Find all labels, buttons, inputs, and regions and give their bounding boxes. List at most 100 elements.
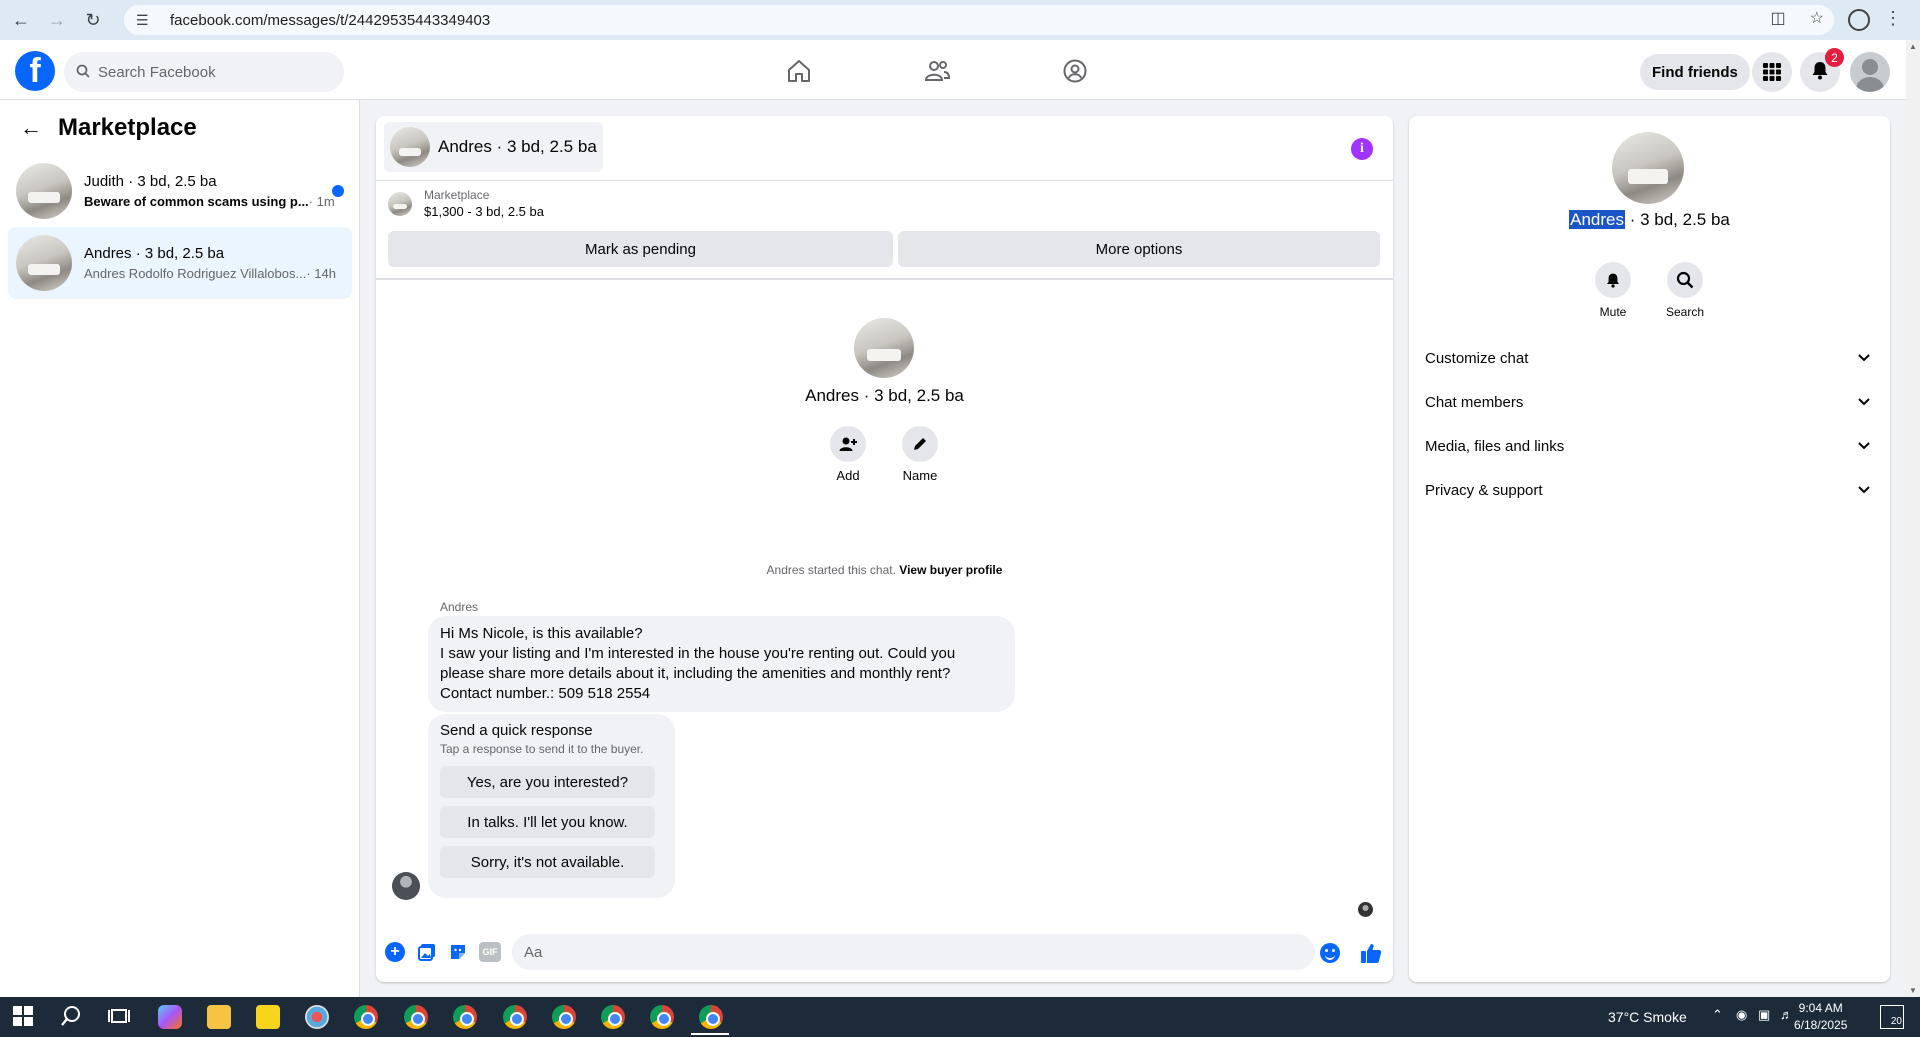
back-icon[interactable]: ← [4, 3, 38, 37]
sticky-notes-icon[interactable] [256, 1005, 280, 1029]
gif-icon[interactable]: GIF [479, 942, 501, 962]
add-label: Add [836, 468, 860, 483]
sender-avatar[interactable] [392, 872, 420, 900]
address-bar[interactable]: ☰ facebook.com/messages/t/24429535443349… [124, 5, 1834, 35]
quick-response-option[interactable]: Yes, are you interested? [440, 766, 655, 798]
facebook-logo[interactable]: f [15, 51, 55, 91]
volume-icon[interactable]: ♬ [1780, 1007, 1793, 1022]
chrome-icon[interactable] [404, 1005, 428, 1029]
page-scrollbar[interactable]: ▲ ▼ [1906, 40, 1920, 997]
browser-toolbar: ← → ↻ ☰ facebook.com/messages/t/24429535… [0, 0, 1920, 40]
chrome-icon[interactable] [699, 1005, 723, 1029]
conversation-title: Judith · 3 bd, 2.5 ba [84, 173, 217, 190]
search-box[interactable]: Search Facebook [64, 52, 344, 92]
chrome-icon[interactable] [601, 1005, 625, 1029]
copilot-icon[interactable] [158, 1005, 182, 1029]
clock[interactable]: 9:04 AM 6/18/2025 [1794, 1000, 1847, 1034]
search-in-chat-button[interactable]: Search [1655, 262, 1715, 319]
message-composer: + GIF [376, 932, 1393, 972]
menu-grid-icon[interactable] [1752, 52, 1792, 92]
notification-center-icon[interactable]: 20 [1880, 1005, 1904, 1029]
weather-widget[interactable]: 37°C Smoke [1608, 1009, 1687, 1025]
intro-title: Andres · 3 bd, 2.5 ba [805, 386, 964, 405]
chrome-icon[interactable] [503, 1005, 527, 1029]
facebook-header: f Search Facebook Find friends 2 [0, 40, 1906, 100]
active-app-indicator [691, 1033, 729, 1035]
bell-icon [1595, 262, 1631, 298]
scroll-down-icon[interactable]: ▼ [1909, 986, 1917, 995]
chat-members-section[interactable]: Chat members [1425, 380, 1874, 424]
mute-button[interactable]: Mute [1583, 262, 1643, 319]
home-icon[interactable] [780, 52, 818, 90]
name-chat-button[interactable]: Name [890, 426, 950, 483]
emoji-icon[interactable] [1320, 943, 1340, 963]
paint-icon[interactable] [305, 1005, 329, 1029]
conversation-preview: Beware of common scams using p... [84, 194, 309, 209]
add-people-button[interactable]: Add [818, 426, 878, 483]
gif-label: GIF [482, 947, 498, 957]
chrome-icon[interactable] [552, 1005, 576, 1029]
browser-profile-icon[interactable] [1848, 9, 1870, 31]
message-input[interactable] [512, 934, 1315, 970]
quick-response-option[interactable]: Sorry, it's not available. [440, 846, 655, 878]
notifications-button[interactable]: 2 [1800, 48, 1844, 92]
chat-header[interactable]: Andres · 3 bd, 2.5 ba [384, 122, 603, 172]
conversation-time: · 14h [306, 266, 336, 281]
account-avatar[interactable] [1850, 52, 1890, 92]
privacy-support-section[interactable]: Privacy & support [1425, 468, 1874, 512]
back-arrow-icon[interactable]: ← [20, 115, 42, 141]
mark-as-pending-button[interactable]: Mark as pending [388, 231, 893, 267]
bookmark-star-icon[interactable]: ☆ [1810, 8, 1824, 28]
customize-chat-section[interactable]: Customize chat [1425, 336, 1874, 380]
reload-icon[interactable]: ↻ [76, 3, 110, 37]
details-title-rest: · 3 bd, 2.5 ba [1624, 210, 1730, 229]
quick-response-card: Send a quick response Tap a response to … [428, 714, 675, 898]
thumbs-up-icon[interactable] [1359, 941, 1383, 965]
conversation-time: · 1m [308, 194, 335, 209]
chat-title: Andres · 3 bd, 2.5 ba [438, 137, 597, 156]
conversation-item-andres[interactable]: Andres · 3 bd, 2.5 ba Andres Rodolfo Rod… [8, 227, 352, 299]
chat-thumbnail [390, 127, 430, 167]
started-text: Andres started this chat. [766, 563, 896, 577]
message-line: I saw your listing and I'm interested in… [440, 645, 956, 662]
network-icon[interactable]: ▣ [1758, 1007, 1770, 1023]
notification-center-count: 20 [1890, 1016, 1902, 1027]
conversation-item-judith[interactable]: Judith · 3 bd, 2.5 ba Beware of common s… [8, 155, 352, 227]
sticker-icon[interactable] [448, 942, 468, 962]
site-settings-icon[interactable]: ☰ [136, 12, 154, 29]
mute-label: Mute [1599, 305, 1627, 319]
friends-icon[interactable] [918, 52, 956, 90]
listing-summary[interactable]: Marketplace $1,300 - 3 bd, 2.5 ba [388, 188, 544, 219]
section-label: Customize chat [1425, 349, 1529, 367]
chevron-up-icon[interactable]: ⌃ [1712, 1007, 1723, 1023]
browser-menu-icon[interactable]: ⋮ [1884, 8, 1902, 29]
forward-icon[interactable]: → [40, 3, 74, 37]
more-options-button[interactable]: More options [898, 231, 1380, 267]
scroll-up-icon[interactable]: ▲ [1909, 42, 1917, 51]
media-files-links-section[interactable]: Media, files and links [1425, 424, 1874, 468]
quick-response-option[interactable]: In talks. I'll let you know. [440, 806, 655, 838]
chrome-icon[interactable] [453, 1005, 477, 1029]
search-icon [1667, 262, 1703, 298]
plus-icon[interactable]: + [385, 942, 405, 962]
chrome-icon[interactable] [650, 1005, 674, 1029]
date-text: 6/18/2025 [1794, 1018, 1848, 1032]
info-icon[interactable]: i [1351, 138, 1373, 160]
windows-start-icon[interactable] [12, 1005, 36, 1029]
file-explorer-icon[interactable] [207, 1005, 231, 1029]
url-text: facebook.com/messages/t/2442953544334940… [170, 11, 491, 29]
details-title: Andres · 3 bd, 2.5 ba [1409, 210, 1890, 230]
install-app-icon[interactable]: ◫ [1771, 8, 1786, 28]
search-label: Search [1665, 305, 1705, 319]
photo-icon[interactable] [417, 942, 437, 962]
chevron-down-icon [1854, 348, 1874, 368]
meet-icon[interactable]: ◉ [1736, 1007, 1747, 1023]
chrome-icon[interactable] [354, 1005, 378, 1029]
main-nav [780, 52, 1094, 90]
groups-icon[interactable] [1056, 52, 1094, 90]
find-friends-button[interactable]: Find friends [1640, 54, 1750, 90]
search-icon[interactable] [60, 1005, 84, 1029]
task-view-icon[interactable] [108, 1005, 132, 1029]
intro-thumbnail [854, 318, 914, 378]
view-buyer-profile-link[interactable]: View buyer profile [899, 563, 1002, 577]
